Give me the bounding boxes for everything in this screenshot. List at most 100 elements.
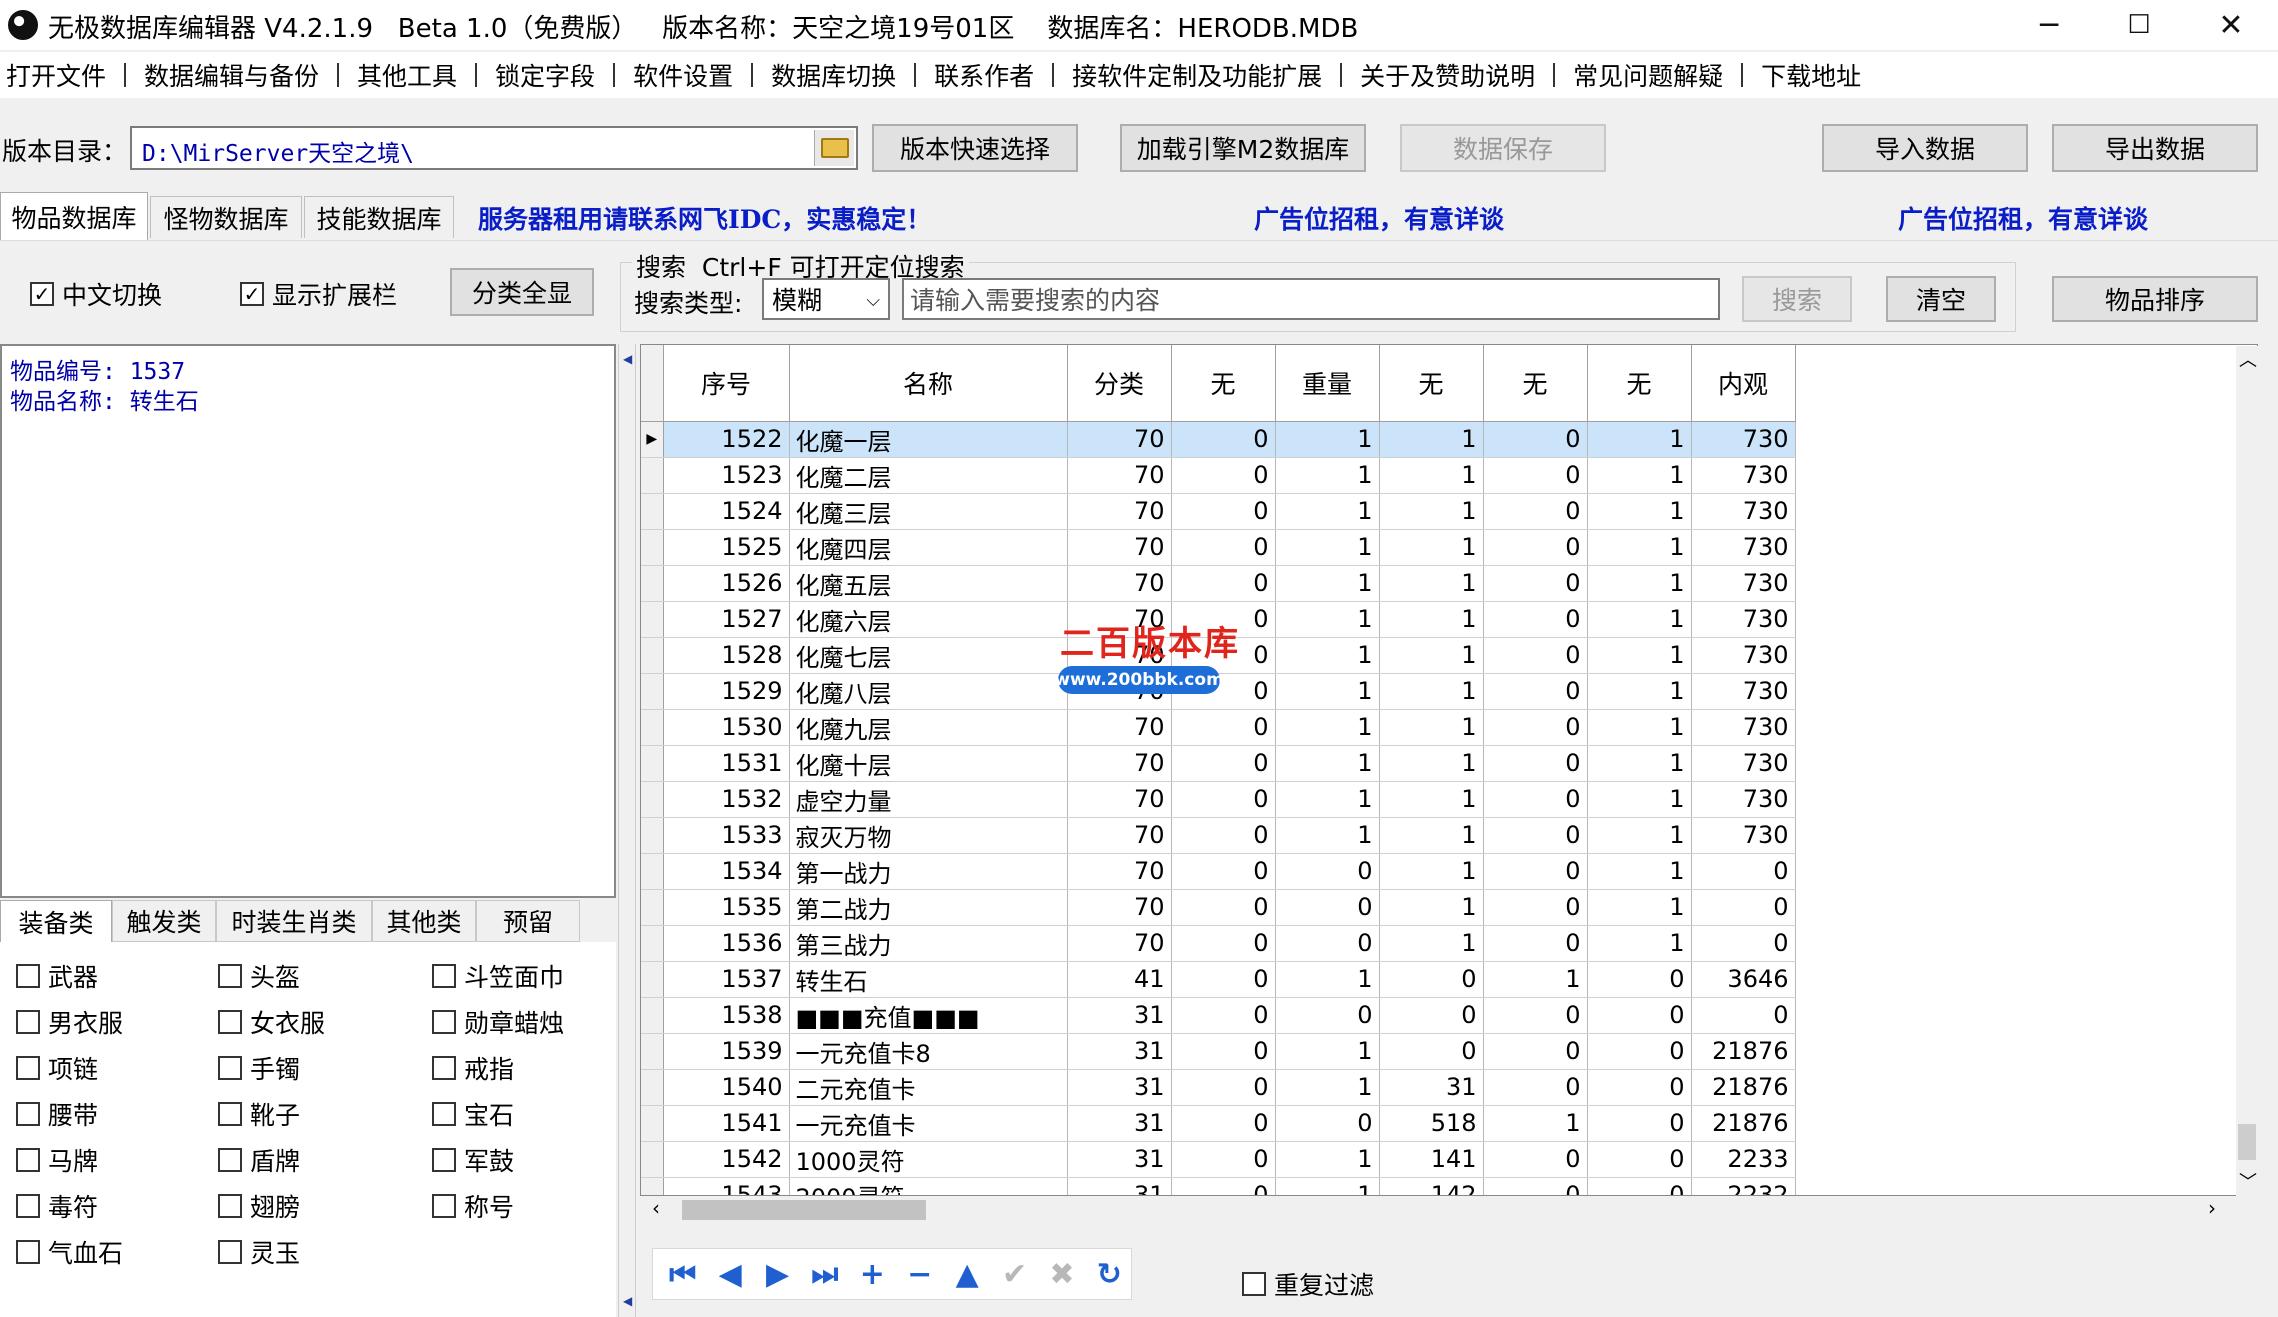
table-cell[interactable]: 第一战力 — [789, 853, 1068, 890]
load-m2-button[interactable]: 加载引擎M2数据库 — [1120, 124, 1366, 172]
export-data-button[interactable]: 导出数据 — [2052, 124, 2258, 172]
scroll-right-icon[interactable]: › — [2208, 1196, 2216, 1220]
table-cell[interactable]: 0 — [1483, 1141, 1588, 1178]
menu-item-2[interactable]: 其他工具 — [351, 57, 473, 93]
grid-column-header[interactable]: 名称 — [789, 345, 1068, 422]
menu-item-0[interactable]: 打开文件 — [0, 57, 122, 93]
scroll-left-icon[interactable]: ‹ — [652, 1196, 660, 1220]
table-cell[interactable]: 1 — [1275, 637, 1380, 674]
save-data-button[interactable]: 数据保存 — [1400, 124, 1606, 172]
table-cell[interactable]: 70 — [1067, 745, 1172, 782]
table-cell[interactable]: 0 — [1483, 637, 1588, 674]
table-cell[interactable]: 21876 — [1691, 1069, 1796, 1106]
grid-column-header[interactable]: 无 — [1587, 345, 1692, 422]
table-cell[interactable]: 70 — [1067, 457, 1172, 494]
table-cell[interactable]: 1533 — [663, 817, 790, 854]
table-cell[interactable]: 730 — [1691, 745, 1796, 782]
first-record-icon[interactable]: ⏮ — [661, 1252, 704, 1296]
table-cell[interactable]: 70 — [1067, 817, 1172, 854]
row-indicator[interactable] — [641, 493, 664, 530]
row-indicator[interactable] — [641, 637, 664, 674]
table-row[interactable]: 1523 化魔二层 70 0 1 1 0 1 730 — [641, 457, 1796, 494]
table-cell[interactable]: 0 — [1171, 1141, 1276, 1178]
table-cell[interactable]: 0 — [1171, 529, 1276, 566]
cancel-record-icon[interactable]: ✖ — [1040, 1252, 1083, 1296]
grid-column-header[interactable]: 无 — [1483, 345, 1588, 422]
table-cell[interactable]: 1532 — [663, 781, 790, 818]
table-cell[interactable]: 0 — [1171, 457, 1276, 494]
tab-item-db[interactable]: 物品数据库 — [0, 192, 148, 240]
category-checkbox[interactable]: 头盔 — [218, 958, 300, 994]
table-cell[interactable]: 142 — [1379, 1177, 1484, 1195]
table-cell[interactable]: 1 — [1379, 529, 1484, 566]
row-indicator[interactable] — [641, 1069, 664, 1106]
table-cell[interactable]: 1 — [1275, 673, 1380, 710]
table-cell[interactable]: 1526 — [663, 565, 790, 602]
clear-button[interactable]: 清空 — [1886, 276, 1996, 322]
table-row[interactable]: 1537 转生石 41 0 1 0 1 0 3646 — [641, 961, 1796, 998]
edit-record-icon[interactable]: ▲ — [945, 1252, 988, 1296]
table-row[interactable]: 15432000灵符3101142002232 — [641, 1177, 1796, 1195]
table-cell[interactable]: 1 — [1587, 745, 1692, 782]
table-cell[interactable]: 730 — [1691, 421, 1796, 458]
table-cell[interactable]: 1543 — [663, 1177, 790, 1195]
row-indicator[interactable] — [641, 889, 664, 926]
category-checkbox[interactable]: 翅膀 — [218, 1188, 300, 1224]
table-cell[interactable]: 0 — [1483, 493, 1588, 530]
maximize-button[interactable]: ☐ — [2094, 0, 2184, 50]
table-cell[interactable]: 0 — [1171, 1177, 1276, 1195]
table-cell[interactable]: 730 — [1691, 457, 1796, 494]
table-cell[interactable]: 70 — [1067, 781, 1172, 818]
table-cell[interactable]: 31 — [1067, 1033, 1172, 1070]
table-cell[interactable]: 1528 — [663, 637, 790, 674]
category-checkbox[interactable]: 盾牌 — [218, 1142, 300, 1178]
table-cell[interactable]: 31 — [1067, 1177, 1172, 1195]
quick-select-button[interactable]: 版本快速选择 — [872, 124, 1078, 172]
menu-item-8[interactable]: 关于及赞助说明 — [1354, 57, 1551, 93]
table-cell[interactable]: 1 — [1379, 637, 1484, 674]
show-ext-checkbox[interactable]: ✓ 显示扩展栏 — [240, 276, 397, 312]
table-row[interactable]: 1533 寂灭万物 70 0 1 1 0 1 730 — [641, 817, 1796, 854]
table-cell[interactable]: 0 — [1379, 997, 1484, 1034]
table-cell[interactable]: 0 — [1587, 1105, 1692, 1142]
table-cell[interactable]: ■■■充值■■■ — [789, 997, 1068, 1034]
category-checkbox[interactable]: 戒指 — [432, 1050, 514, 1086]
table-row[interactable]: 1539 一元充值卡8 31 0 1 0 0 0 21876 — [641, 1033, 1796, 1070]
category-checkbox[interactable]: 灵玉 — [218, 1234, 300, 1270]
vertical-scroll-thumb[interactable] — [2238, 1124, 2256, 1160]
table-cell[interactable]: 化魔四层 — [789, 529, 1068, 566]
table-cell[interactable]: 0 — [1171, 745, 1276, 782]
menu-item-4[interactable]: 软件设置 — [627, 57, 749, 93]
category-checkbox[interactable]: 气血石 — [16, 1234, 123, 1270]
table-cell[interactable]: 化魔一层 — [789, 421, 1068, 458]
table-cell[interactable]: 0 — [1275, 889, 1380, 926]
table-cell[interactable]: 70 — [1067, 493, 1172, 530]
table-cell[interactable]: 0 — [1691, 853, 1796, 890]
table-cell[interactable]: 0 — [1483, 421, 1588, 458]
horizontal-scrollbar[interactable]: ‹ › — [646, 1196, 2232, 1224]
table-row[interactable]: 1524 化魔三层 70 0 1 1 0 1 730 — [641, 493, 1796, 530]
ad-banner-slot-1[interactable]: 广告位招租，有意详谈 — [1254, 200, 1504, 236]
table-cell[interactable]: 1 — [1275, 709, 1380, 746]
table-cell[interactable]: 化魔七层 — [789, 637, 1068, 674]
table-cell[interactable]: 730 — [1691, 565, 1796, 602]
table-cell[interactable]: 0 — [1171, 781, 1276, 818]
grid-column-header[interactable]: 分类 — [1067, 345, 1172, 422]
table-cell[interactable]: 1 — [1379, 925, 1484, 962]
table-cell[interactable]: 1 — [1275, 1141, 1380, 1178]
table-cell[interactable]: 1535 — [663, 889, 790, 926]
table-cell[interactable]: 化魔二层 — [789, 457, 1068, 494]
table-cell[interactable]: 730 — [1691, 493, 1796, 530]
table-cell[interactable]: 0 — [1171, 1069, 1276, 1106]
table-cell[interactable]: 0 — [1483, 1069, 1588, 1106]
table-cell[interactable]: 0 — [1275, 1105, 1380, 1142]
table-cell[interactable]: 1 — [1275, 493, 1380, 530]
table-cell[interactable]: 1534 — [663, 853, 790, 890]
table-cell[interactable]: 化魔十层 — [789, 745, 1068, 782]
show-all-categories-button[interactable]: 分类全显 — [450, 268, 594, 316]
table-cell[interactable]: 730 — [1691, 709, 1796, 746]
category-checkbox[interactable]: 马牌 — [16, 1142, 98, 1178]
folder-browse-button[interactable] — [814, 130, 854, 166]
category-checkbox[interactable]: 勋章蜡烛 — [432, 1004, 564, 1040]
table-cell[interactable]: 0 — [1171, 565, 1276, 602]
